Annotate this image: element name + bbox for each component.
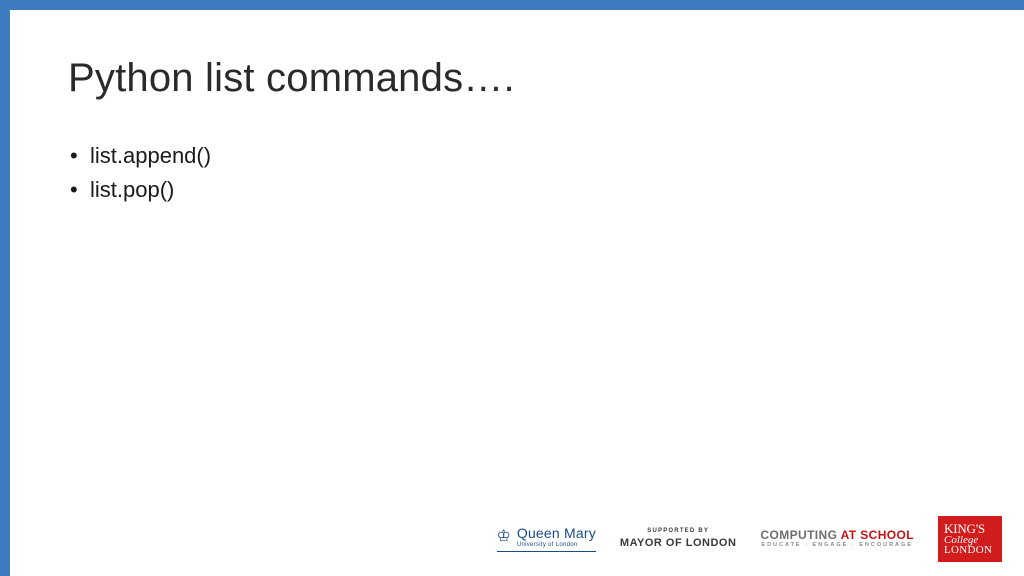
mol-supported: SUPPORTED BY [647, 528, 709, 535]
cas-word2: AT SCHOOL [841, 528, 914, 542]
crown-icon: ♔ [497, 529, 511, 545]
kings-college-logo: KING'S College LONDON [938, 516, 1002, 562]
computing-at-school-logo: COMPUTING AT SCHOOL EDUCATE · ENGAGE · E… [760, 529, 914, 549]
slide-content: Python list commands…. list.append() lis… [10, 10, 1024, 576]
cas-sub: EDUCATE · ENGAGE · ENCOURAGE [761, 543, 913, 549]
list-item: list.pop() [68, 173, 966, 207]
qm-main: Queen Mary [517, 526, 596, 540]
queen-mary-logo: ♔ Queen Mary University of London [497, 526, 596, 552]
list-item: list.append() [68, 139, 966, 173]
footer-logos: ♔ Queen Mary University of London SUPPOR… [497, 516, 1002, 562]
slide-border-left [0, 0, 10, 576]
slide-border-top [0, 0, 1024, 10]
qm-underline [497, 551, 596, 552]
mol-main: MAYOR OF LONDON [620, 537, 737, 550]
bullet-list: list.append() list.pop() [68, 139, 966, 207]
cas-word1: COMPUTING [760, 528, 840, 542]
mayor-of-london-logo: SUPPORTED BY MAYOR OF LONDON [620, 528, 737, 550]
slide-title: Python list commands…. [68, 56, 966, 101]
qm-sub: University of London [517, 542, 596, 548]
kcl-line3: LONDON [944, 545, 996, 555]
